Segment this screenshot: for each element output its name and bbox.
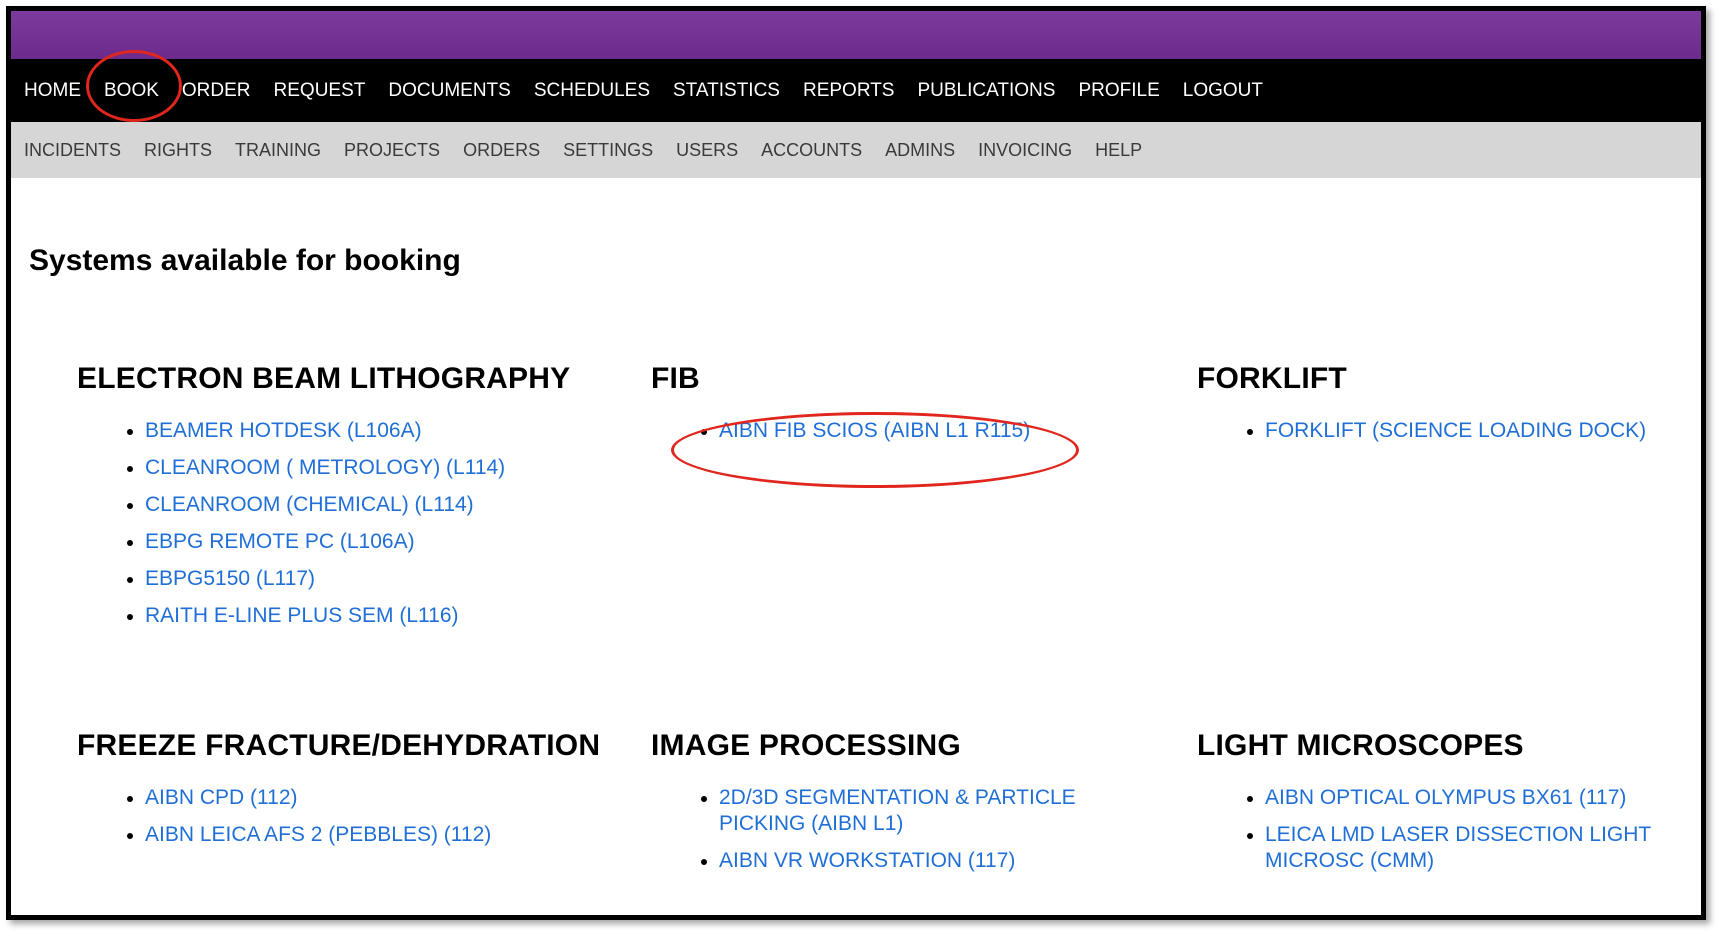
list-item: AIBN VR WORKSTATION (117) [701, 848, 1119, 874]
subnav-orders[interactable]: ORDERS [463, 140, 540, 161]
nav-home[interactable]: HOME [24, 80, 81, 102]
list-item: AIBN FIB SCIOS (AIBN L1 R115) [700, 418, 1030, 444]
list-item: CLEANROOM (CHEMICAL) (L114) [126, 492, 570, 518]
subnav-training[interactable]: TRAINING [235, 140, 321, 161]
list-item: AIBN CPD (112) [126, 785, 600, 811]
sub-nav: INCIDENTS RIGHTS TRAINING PROJECTS ORDER… [11, 122, 1701, 178]
system-link[interactable]: EBPG REMOTE PC (L106A) [145, 530, 415, 553]
subnav-admins[interactable]: ADMINS [885, 140, 955, 161]
subnav-projects[interactable]: PROJECTS [344, 140, 440, 161]
subnav-incidents[interactable]: INCIDENTS [24, 140, 121, 161]
category-title: IMAGE PROCESSING [651, 729, 961, 762]
nav-documents[interactable]: DOCUMENTS [388, 80, 510, 102]
category-title: FREEZE FRACTURE/DEHYDRATION [77, 729, 601, 762]
system-link[interactable]: AIBN FIB SCIOS (AIBN L1 R115) [719, 419, 1030, 442]
list-item: AIBN OPTICAL OLYMPUS BX61 (117) [1247, 785, 1695, 811]
category-image-processing: IMAGE PROCESSING 2D/3D SEGMENTATION & PA… [651, 729, 1119, 885]
system-link[interactable]: CLEANROOM (CHEMICAL) (L114) [145, 493, 474, 516]
nav-profile[interactable]: PROFILE [1078, 80, 1159, 102]
system-link[interactable]: EBPG5150 (L117) [145, 567, 315, 590]
list-item: RAITH E-LINE PLUS SEM (L116) [126, 603, 570, 629]
category-light-microscopes: LIGHT MICROSCOPES AIBN OPTICAL OLYMPUS B… [1197, 729, 1695, 885]
system-link[interactable]: FORKLIFT (SCIENCE LOADING DOCK) [1265, 419, 1646, 442]
system-link[interactable]: AIBN VR WORKSTATION (117) [719, 849, 1015, 872]
category-fib: FIB AIBN FIB SCIOS (AIBN L1 R115) [651, 362, 1030, 455]
system-list: AIBN CPD (112) AIBN LEICA AFS 2 (PEBBLES… [77, 785, 600, 848]
nav-reports[interactable]: REPORTS [803, 80, 895, 102]
nav-publications[interactable]: PUBLICATIONS [917, 80, 1055, 102]
category-title: ELECTRON BEAM LITHOGRAPHY [77, 362, 571, 395]
system-link[interactable]: AIBN LEICA AFS 2 (PEBBLES) (112) [145, 823, 491, 846]
subnav-help[interactable]: HELP [1095, 140, 1142, 161]
nav-book[interactable]: BOOK [104, 80, 159, 102]
nav-schedules[interactable]: SCHEDULES [534, 80, 650, 102]
category-title: LIGHT MICROSCOPES [1197, 729, 1524, 762]
nav-request[interactable]: REQUEST [274, 80, 366, 102]
header-banner [11, 11, 1701, 59]
system-list: FORKLIFT (SCIENCE LOADING DOCK) [1197, 418, 1646, 444]
subnav-accounts[interactable]: ACCOUNTS [761, 140, 862, 161]
system-link[interactable]: BEAMER HOTDESK (L106A) [145, 419, 422, 442]
system-link[interactable]: CLEANROOM ( METROLOGY) (L114) [145, 456, 505, 479]
main-nav: HOME BOOK ORDER REQUEST DOCUMENTS SCHEDU… [11, 59, 1701, 122]
list-item: 2D/3D SEGMENTATION & PARTICLE PICKING (A… [701, 785, 1119, 837]
list-item: FORKLIFT (SCIENCE LOADING DOCK) [1246, 418, 1646, 444]
page-title: Systems available for booking [29, 244, 461, 277]
subnav-invoicing[interactable]: INVOICING [978, 140, 1072, 161]
list-item: LEICA LMD LASER DISSECTION LIGHT MICROSC… [1247, 822, 1695, 874]
category-title: FORKLIFT [1197, 362, 1347, 395]
subnav-users[interactable]: USERS [676, 140, 738, 161]
system-list: 2D/3D SEGMENTATION & PARTICLE PICKING (A… [651, 785, 1119, 874]
list-item: EBPG5150 (L117) [126, 566, 570, 592]
list-item: BEAMER HOTDESK (L106A) [126, 418, 570, 444]
category-title: FIB [651, 362, 700, 395]
nav-logout[interactable]: LOGOUT [1183, 80, 1263, 102]
system-list: BEAMER HOTDESK (L106A) CLEANROOM ( METRO… [77, 418, 570, 629]
list-item: EBPG REMOTE PC (L106A) [126, 529, 570, 555]
nav-statistics[interactable]: STATISTICS [673, 80, 780, 102]
category-electron-beam-lithography: ELECTRON BEAM LITHOGRAPHY BEAMER HOTDESK… [77, 362, 570, 640]
subnav-rights[interactable]: RIGHTS [144, 140, 212, 161]
system-link[interactable]: AIBN OPTICAL OLYMPUS BX61 (117) [1265, 786, 1626, 809]
system-link[interactable]: LEICA LMD LASER DISSECTION LIGHT MICROSC… [1265, 823, 1651, 872]
nav-order[interactable]: ORDER [182, 80, 251, 102]
system-list: AIBN OPTICAL OLYMPUS BX61 (117) LEICA LM… [1197, 785, 1695, 874]
browser-frame: HOME BOOK ORDER REQUEST DOCUMENTS SCHEDU… [6, 6, 1706, 920]
category-freeze-fracture-dehydration: FREEZE FRACTURE/DEHYDRATION AIBN CPD (11… [77, 729, 600, 859]
system-link[interactable]: 2D/3D SEGMENTATION & PARTICLE PICKING (A… [719, 786, 1076, 835]
subnav-settings[interactable]: SETTINGS [563, 140, 653, 161]
system-link[interactable]: AIBN CPD (112) [145, 786, 298, 809]
list-item: AIBN LEICA AFS 2 (PEBBLES) (112) [126, 822, 600, 848]
system-list: AIBN FIB SCIOS (AIBN L1 R115) [651, 418, 1030, 444]
category-forklift: FORKLIFT FORKLIFT (SCIENCE LOADING DOCK) [1197, 362, 1646, 455]
list-item: CLEANROOM ( METROLOGY) (L114) [126, 455, 570, 481]
system-link[interactable]: RAITH E-LINE PLUS SEM (L116) [145, 604, 459, 627]
